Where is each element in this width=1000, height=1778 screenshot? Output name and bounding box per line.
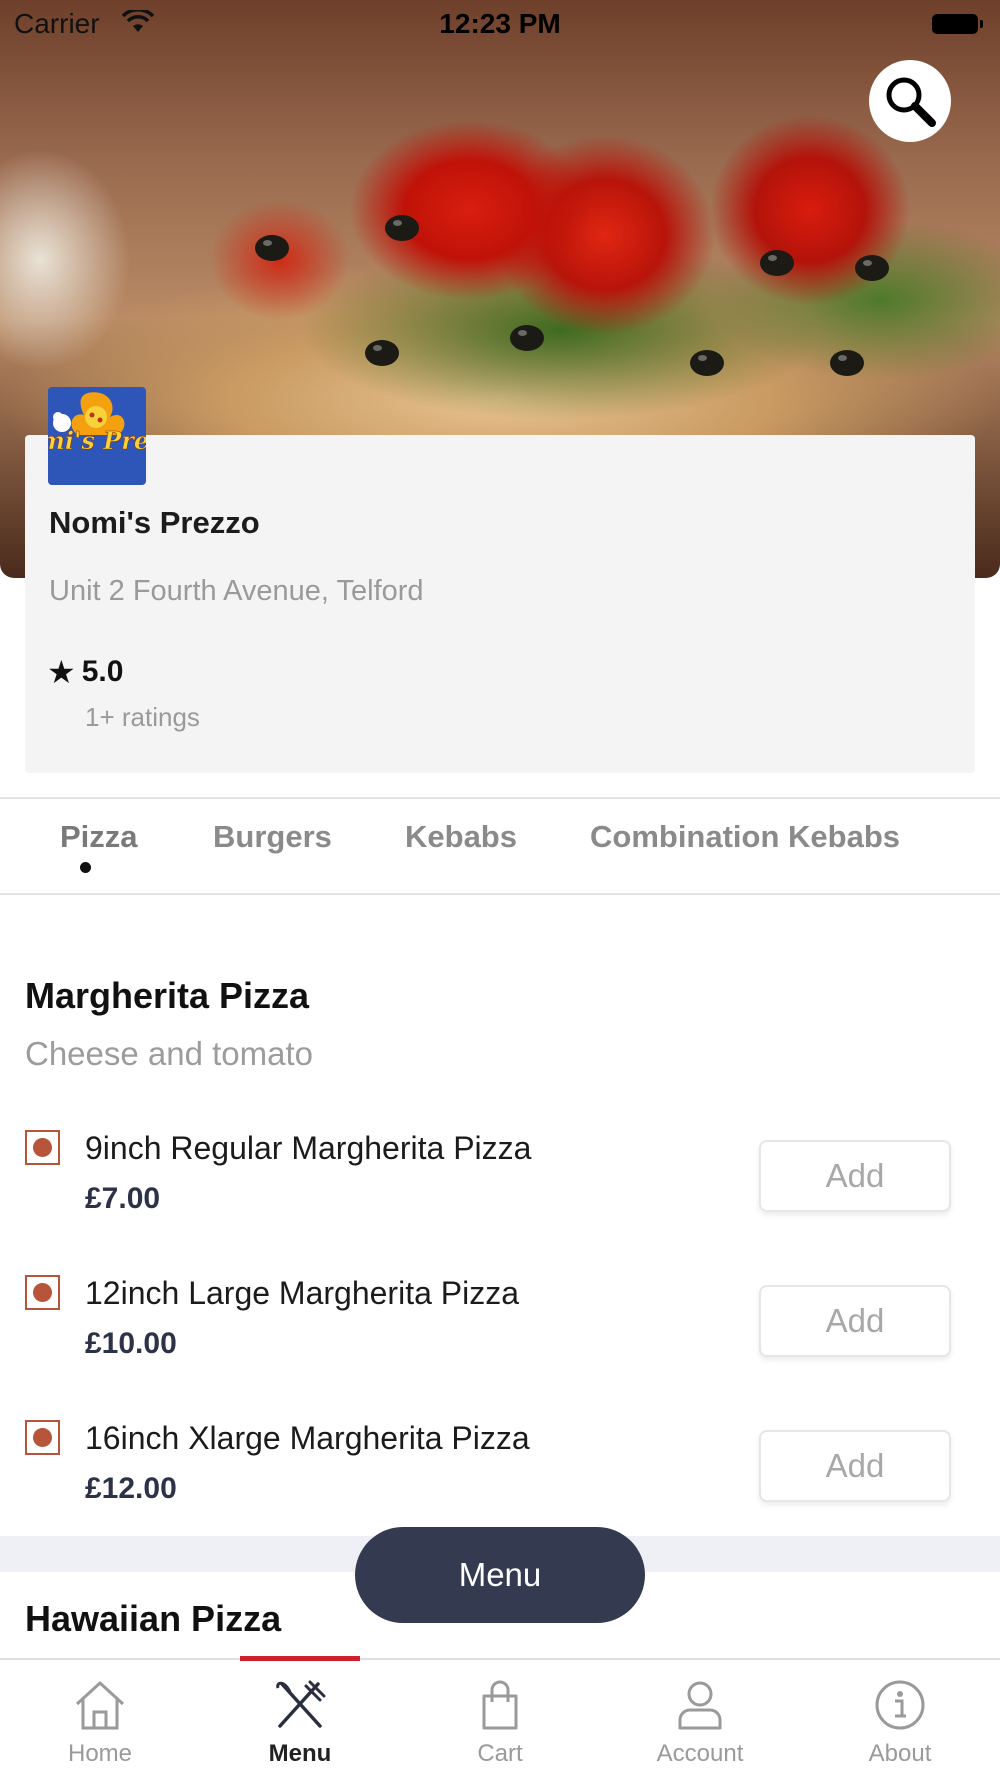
clock: 12:23 PM	[439, 8, 561, 39]
nav-about[interactable]: About	[800, 1660, 1000, 1778]
item-price: £10.00	[85, 1327, 177, 1360]
active-tab-indicator	[80, 862, 91, 873]
olive-decoration	[690, 350, 724, 376]
rating-value: 5.0	[81, 655, 124, 688]
fork-knife-icon	[276, 1680, 326, 1728]
restaurant-address: Unit 2 Fourth Avenue, Telford	[49, 575, 424, 607]
rating-count: 1+ ratings	[85, 702, 200, 732]
nav-label: Account	[656, 1740, 744, 1767]
item-price: £12.00	[85, 1472, 177, 1505]
section-title: Margherita Pizza	[25, 975, 310, 1016]
olive-decoration	[255, 235, 289, 261]
active-nav-indicator	[240, 1656, 360, 1661]
section-description: Cheese and tomato	[25, 1035, 314, 1072]
nav-account[interactable]: Account	[600, 1660, 800, 1778]
search-button[interactable]	[869, 60, 951, 142]
olive-decoration	[365, 340, 399, 366]
battery-icon	[932, 14, 983, 34]
item-name: 16inch Xlarge Margherita Pizza	[85, 1420, 530, 1456]
item-marker-icon	[25, 1130, 60, 1165]
rating-row: ★ 5.0	[47, 655, 123, 689]
nav-label: Menu	[268, 1740, 332, 1767]
home-icon	[75, 1681, 125, 1730]
item-name: 9inch Regular Margherita Pizza	[85, 1130, 532, 1166]
item-name: 12inch Large Margherita Pizza	[85, 1275, 520, 1311]
olive-decoration	[510, 325, 544, 351]
olive-decoration	[385, 215, 419, 241]
status-bar: Carrier 12:23 PM	[0, 0, 1000, 50]
tab-combination-kebabs[interactable]: Combination Kebabs	[590, 819, 900, 855]
menu-item: 12inch Large Margherita Pizza £10.00 Add	[0, 1275, 1000, 1385]
info-icon	[875, 1680, 925, 1730]
tab-burgers[interactable]: Burgers	[213, 819, 332, 855]
nav-cart[interactable]: Cart	[400, 1660, 600, 1778]
nav-label: About	[868, 1740, 932, 1767]
nav-label: Cart	[477, 1740, 523, 1767]
category-tabs: Pizza Burgers Kebabs Combination Kebabs	[0, 797, 1000, 895]
restaurant-name: Nomi's Prezzo	[49, 505, 260, 540]
olive-decoration	[855, 255, 889, 281]
olive-decoration	[760, 250, 794, 276]
item-marker-icon	[25, 1420, 60, 1455]
user-icon	[678, 1681, 722, 1730]
add-button[interactable]: Add	[759, 1285, 951, 1357]
tab-pizza[interactable]: Pizza	[60, 819, 138, 855]
menu-item: 16inch Xlarge Margherita Pizza £12.00 Ad…	[0, 1420, 1000, 1530]
tab-kebabs[interactable]: Kebabs	[405, 819, 517, 855]
add-button[interactable]: Add	[759, 1140, 951, 1212]
olive-decoration	[830, 350, 864, 376]
nav-home[interactable]: Home	[0, 1660, 200, 1778]
bottom-navigation: Home Menu Cart Account About	[0, 1656, 1000, 1778]
shopping-bag-icon	[482, 1680, 518, 1730]
restaurant-info-card: Nomi's Prezzo Nomi's Prezzo Unit 2 Fourt…	[25, 387, 975, 773]
svg-text:Nomi's Prezzo: Nomi's Prezzo	[48, 426, 146, 455]
add-button[interactable]: Add	[759, 1430, 951, 1502]
menu-item: 9inch Regular Margherita Pizza £7.00 Add	[0, 1130, 1000, 1240]
nav-label: Home	[67, 1740, 133, 1767]
menu-floating-button[interactable]: Menu	[355, 1527, 645, 1623]
section-title: Hawaiian Pizza	[25, 1598, 282, 1639]
restaurant-logo: Nomi's Prezzo	[48, 387, 146, 485]
nav-menu[interactable]: Menu	[200, 1656, 400, 1778]
search-icon	[886, 77, 936, 127]
item-price: £7.00	[85, 1182, 161, 1215]
item-marker-icon	[25, 1275, 60, 1310]
star-icon: ★	[47, 654, 76, 690]
